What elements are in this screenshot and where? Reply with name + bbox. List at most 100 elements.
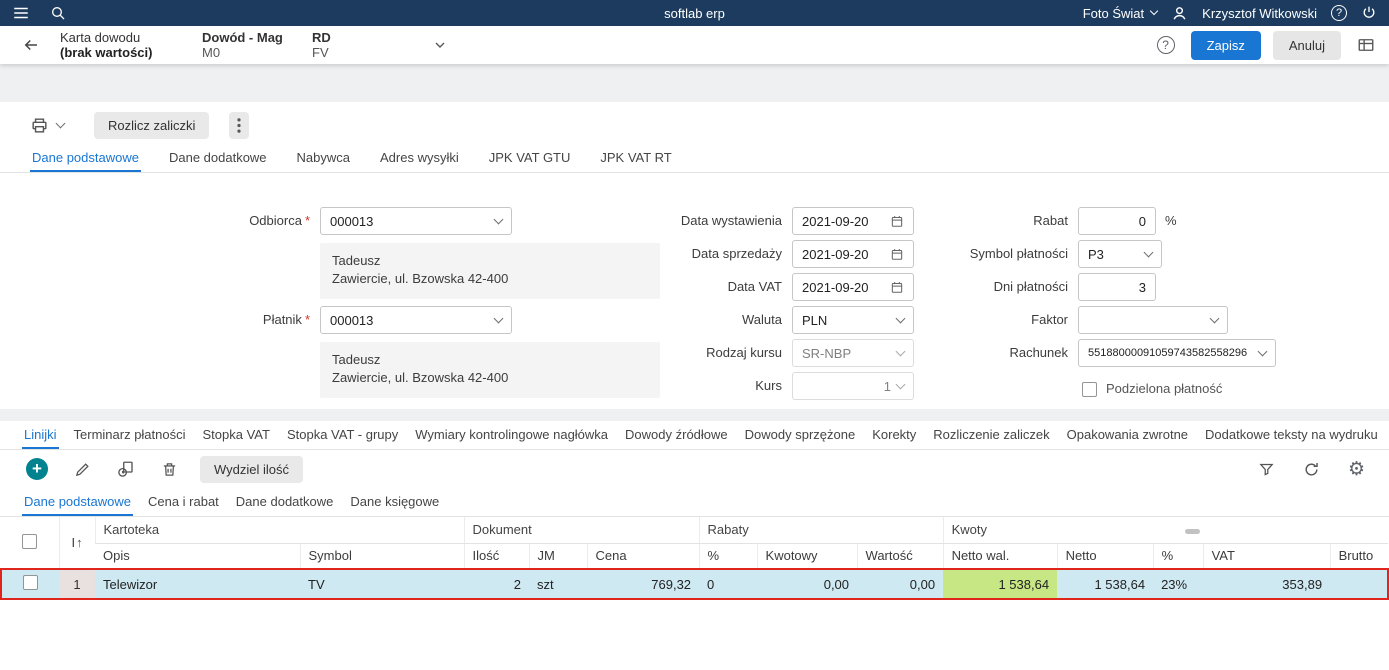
tab-rozliczenie-zaliczek[interactable]: Rozliczenie zaliczek: [931, 427, 1051, 449]
tab-dowody-sprzezone[interactable]: Dowody sprzężone: [743, 427, 858, 449]
col-header-brutto[interactable]: Brutto: [1329, 543, 1388, 570]
tab-dodatkowe-teksty[interactable]: Dodatkowe teksty na wydruku: [1203, 427, 1380, 449]
chevron-down-icon: [1149, 6, 1159, 16]
settings-gear-icon[interactable]: [1348, 460, 1365, 479]
save-button[interactable]: Zapisz: [1190, 30, 1261, 60]
doc-type-value: M0: [202, 45, 221, 60]
subtab-cena-i-rabat[interactable]: Cena i rabat: [146, 494, 221, 516]
cell-rabat-proc: 0: [699, 568, 758, 600]
app-title: softlab erp: [664, 5, 725, 21]
tab-dowody-zrodlowe[interactable]: Dowody źródłowe: [623, 427, 730, 449]
col-header-cena[interactable]: Cena: [586, 543, 700, 570]
cell-netto: 1 538,64: [1057, 568, 1154, 600]
sort-column-header[interactable]: I↑: [58, 517, 95, 570]
col-header-vat[interactable]: VAT: [1202, 543, 1331, 570]
dni-platnosci-input[interactable]: 3: [1078, 273, 1156, 301]
platnik-select[interactable]: 000013: [320, 306, 512, 334]
subtab-dane-ksiegowe[interactable]: Dane księgowe: [348, 494, 441, 516]
search-icon[interactable]: [50, 5, 66, 21]
subtab-dane-podstawowe[interactable]: Dane podstawowe: [22, 494, 133, 516]
col-header-symbol[interactable]: Symbol: [299, 543, 464, 570]
hamburger-menu-icon[interactable]: [12, 4, 30, 22]
refresh-icon[interactable]: [1303, 461, 1320, 478]
data-sprzedazy-input[interactable]: 2021-09-20: [792, 240, 914, 268]
back-arrow-icon[interactable]: [22, 36, 40, 54]
col-header-netto[interactable]: Netto: [1056, 543, 1154, 570]
tab-stopka-vat[interactable]: Stopka VAT: [201, 427, 272, 449]
col-header-wartosc[interactable]: Wartość: [856, 543, 944, 570]
cell-brutto: [1330, 568, 1389, 600]
symbol-platnosci-label: Symbol płatności: [969, 246, 1068, 261]
rabat-input[interactable]: 0: [1078, 207, 1156, 235]
select-all-checkbox[interactable]: [22, 533, 38, 549]
subtab-dane-dodatkowe[interactable]: Dane dodatkowe: [234, 494, 336, 516]
chevron-down-icon: [493, 313, 504, 323]
tab-jpk-vat-rt[interactable]: JPK VAT RT: [598, 150, 673, 172]
tab-terminarz-platnosci[interactable]: Terminarz płatności: [72, 427, 188, 449]
add-line-button[interactable]: [26, 458, 48, 480]
edit-pencil-icon[interactable]: [74, 461, 91, 478]
help-outline-icon[interactable]: [1156, 36, 1175, 54]
filter-funnel-icon[interactable]: [1258, 461, 1275, 478]
tab-stopka-vat-grupy[interactable]: Stopka VAT - grupy: [285, 427, 400, 449]
cell-vat: 353,89: [1203, 568, 1331, 600]
lower-tabs: Linijki Terminarz płatności Stopka VAT S…: [0, 421, 1389, 450]
copy-with-date-icon[interactable]: [117, 460, 135, 478]
doc-symbol-label: RD: [312, 30, 331, 45]
tab-opakowania-zwrotne[interactable]: Opakowania zwrotne: [1065, 427, 1190, 449]
tab-korekty[interactable]: Korekty: [870, 427, 918, 449]
col-header-jm[interactable]: JM: [528, 543, 587, 570]
rachunek-select[interactable]: 55188000091059743582558296: [1078, 339, 1276, 367]
podzielona-platnosc-checkbox[interactable]: Podzielona płatność: [1082, 375, 1222, 403]
doc-symbol-block: RD FV: [312, 30, 392, 60]
top-app-bar: softlab erp Foto Świat Krzysztof Witkows…: [0, 0, 1389, 26]
tab-wymiary-kontrolingowe[interactable]: Wymiary kontrolingowe nagłówka: [413, 427, 610, 449]
faktor-select[interactable]: [1078, 306, 1228, 334]
tab-nabywca[interactable]: Nabywca: [295, 150, 352, 172]
chevron-down-icon: [1209, 313, 1220, 323]
tab-dane-podstawowe[interactable]: Dane podstawowe: [30, 150, 141, 172]
help-icon[interactable]: [1331, 5, 1347, 21]
wydziel-ilosc-button[interactable]: Wydziel ilość: [200, 455, 304, 483]
company-selector[interactable]: Foto Świat: [1083, 6, 1159, 21]
tab-adres-wysylki[interactable]: Adres wysyłki: [378, 150, 461, 172]
group-header-kartoteka[interactable]: Kartoteka: [94, 517, 464, 544]
header-expand-chevron-icon[interactable]: [432, 37, 448, 53]
rozlicz-zaliczki-button[interactable]: Rozlicz zaliczki: [94, 111, 210, 139]
document-form: Odbiorca * 000013 Tadeusz Zawiercie, ul. …: [0, 173, 1389, 409]
data-vat-input[interactable]: 2021-09-20: [792, 273, 914, 301]
checkbox-icon[interactable]: [1082, 381, 1097, 397]
col-header-vat-proc[interactable]: %: [1152, 543, 1204, 570]
podzielona-platnosc-label: Podzielona płatność: [1106, 381, 1223, 396]
print-icon[interactable]: [30, 116, 49, 135]
tab-dane-dodatkowe[interactable]: Dane dodatkowe: [167, 150, 269, 172]
avatar[interactable]: [1171, 5, 1188, 22]
col-header-kwotowy[interactable]: Kwotowy: [756, 543, 858, 570]
tab-jpk-vat-gtu[interactable]: JPK VAT GTU: [487, 150, 573, 172]
group-header-dokument[interactable]: Dokument: [463, 517, 700, 544]
document-title: Karta dowodu: [60, 30, 141, 45]
row-checkbox[interactable]: [23, 575, 38, 590]
more-options-button[interactable]: [229, 111, 250, 139]
group-header-rabaty[interactable]: Rabaty: [698, 517, 944, 544]
horizontal-scrollbar-thumb[interactable]: [1185, 529, 1200, 534]
col-header-rabat-proc[interactable]: %: [698, 543, 758, 570]
table-row[interactable]: 1 Telewizor TV 2 szt 769,32 0 0,00 0,00 …: [0, 568, 1389, 600]
doc-type-block: Dowód - Mag M0: [202, 30, 312, 60]
symbol-platnosci-select[interactable]: P3: [1078, 240, 1162, 268]
power-icon[interactable]: [1361, 5, 1377, 21]
rabat-suffix: %: [1165, 213, 1177, 228]
cancel-button[interactable]: Anuluj: [1272, 30, 1341, 60]
print-options-chevron-icon[interactable]: [55, 118, 66, 128]
main-tabs: Dane podstawowe Dane dodatkowe Nabywca A…: [0, 144, 1389, 173]
col-header-ilosc[interactable]: Ilość: [463, 543, 529, 570]
layout-grid-icon[interactable]: [1357, 36, 1375, 54]
odbiorca-select[interactable]: 000013: [320, 207, 512, 235]
waluta-select[interactable]: PLN: [792, 306, 914, 334]
delete-trash-icon[interactable]: [161, 461, 178, 478]
col-header-netto-wal[interactable]: Netto wal.: [942, 543, 1058, 570]
tab-linijki[interactable]: Linijki: [22, 427, 59, 449]
data-wystawienia-input[interactable]: 2021-09-20: [792, 207, 914, 235]
group-header-kwoty[interactable]: Kwoty: [942, 517, 1388, 544]
col-header-opis[interactable]: Opis: [95, 543, 300, 570]
